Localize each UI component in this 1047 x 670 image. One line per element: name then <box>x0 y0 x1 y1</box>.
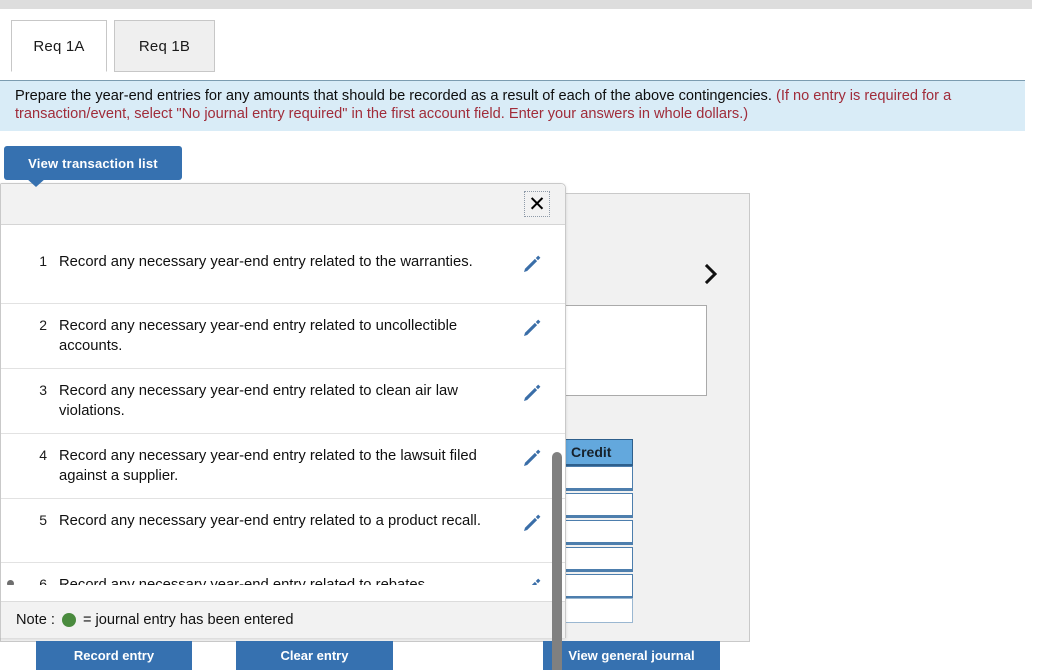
transaction-list-modal: ✕ 1 Record any necessary year-end entry … <box>0 183 566 670</box>
edit-pencil-icon[interactable] <box>521 447 543 469</box>
transaction-text: Record any necessary year-end entry rela… <box>59 254 473 270</box>
view-general-journal-label: View general journal <box>568 648 695 663</box>
instruction-main-text: Prepare the year-end entries for any amo… <box>15 88 772 104</box>
transaction-text: Record any necessary year-end entry rela… <box>59 318 458 354</box>
edit-pencil-icon[interactable] <box>521 576 543 585</box>
credit-column-header: Credit <box>565 439 633 466</box>
modal-note: Note : = journal entry has been entered <box>1 601 565 638</box>
transaction-number: 4 <box>39 447 47 463</box>
edit-pencil-icon[interactable] <box>521 382 543 404</box>
clear-entry-button[interactable]: Clear entry <box>236 641 393 670</box>
tab-req-1b[interactable]: Req 1B <box>114 20 215 72</box>
transaction-number: 5 <box>39 512 47 528</box>
record-entry-button[interactable]: Record entry <box>36 641 192 670</box>
tab-bar: Req 1A Req 1B <box>0 20 1047 73</box>
note-prefix-label: Note : <box>16 612 55 628</box>
transaction-row-4[interactable]: 4 Record any necessary year-end entry re… <box>1 434 565 499</box>
note-suffix-label: = journal entry has been entered <box>82 612 294 628</box>
credit-input-row-3[interactable] <box>565 520 633 545</box>
tab-req-1a[interactable]: Req 1A <box>11 20 107 72</box>
top-strip-right-gap <box>1032 0 1047 9</box>
credit-input-row-2[interactable] <box>565 493 633 518</box>
transaction-row-1[interactable]: 1 Record any necessary year-end entry re… <box>1 240 565 304</box>
transaction-text: Record any necessary year-end entry rela… <box>59 513 481 529</box>
journal-account-box <box>556 305 707 396</box>
edit-pencil-icon[interactable] <box>521 253 543 275</box>
credit-input-row-4[interactable] <box>565 547 633 572</box>
credit-input-row-1[interactable] <box>565 466 633 491</box>
chevron-right-icon[interactable] <box>700 261 722 287</box>
popover-tail <box>26 178 46 187</box>
instruction-banner: Prepare the year-end entries for any amo… <box>0 80 1025 131</box>
view-transaction-list-button[interactable]: View transaction list <box>4 146 182 180</box>
transaction-text: Record any necessary year-end entry rela… <box>59 577 430 585</box>
transaction-row-5[interactable]: 5 Record any necessary year-end entry re… <box>1 499 565 563</box>
transaction-row-6[interactable]: 6 Record any necessary year-end entry re… <box>1 563 565 585</box>
transaction-number: 1 <box>39 253 47 269</box>
entry-entered-marker <box>7 580 14 585</box>
page-root: Req 1A Req 1B Prepare the year-end entri… <box>0 0 1047 670</box>
modal-header: ✕ <box>1 184 565 225</box>
clear-entry-label: Clear entry <box>280 648 349 663</box>
transaction-text: Record any necessary year-end entry rela… <box>59 383 458 419</box>
close-icon[interactable]: ✕ <box>524 191 550 217</box>
transaction-row-3[interactable]: 3 Record any necessary year-end entry re… <box>1 369 565 434</box>
transaction-number: 3 <box>39 382 47 398</box>
transaction-row-2[interactable]: 2 Record any necessary year-end entry re… <box>1 304 565 369</box>
transaction-list: 1 Record any necessary year-end entry re… <box>1 240 565 585</box>
modal-scrollbar-thumb[interactable] <box>552 452 562 670</box>
edit-pencil-icon[interactable] <box>521 317 543 339</box>
green-dot-icon <box>61 613 76 627</box>
credit-input-row-5[interactable] <box>565 574 633 599</box>
transaction-text: Record any necessary year-end entry rela… <box>59 448 477 484</box>
transaction-number: 2 <box>39 317 47 333</box>
credit-input-row-6[interactable] <box>565 598 633 623</box>
top-gray-strip <box>0 0 1032 9</box>
view-general-journal-button[interactable]: View general journal <box>543 641 720 670</box>
record-entry-label: Record entry <box>73 648 155 663</box>
tab-req-1b-label: Req 1B <box>138 37 191 55</box>
tab-req-1a-label: Req 1A <box>33 37 85 55</box>
view-transaction-list-label: View transaction list <box>28 155 158 171</box>
credit-column-header-label: Credit <box>571 444 612 460</box>
edit-pencil-icon[interactable] <box>521 512 543 534</box>
